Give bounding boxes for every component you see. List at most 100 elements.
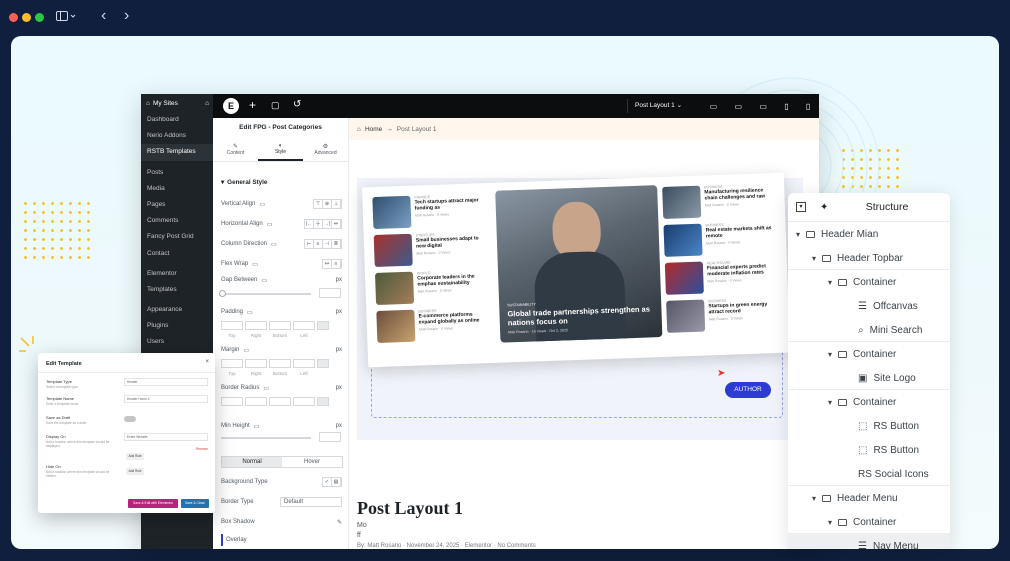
- field-input[interactable]: Entire Website: [124, 433, 208, 441]
- wp-menu-item[interactable]: RSTB Templates: [141, 144, 213, 161]
- elementor-logo-icon[interactable]: E: [223, 98, 239, 114]
- close-icon[interactable]: ×: [205, 359, 209, 365]
- unit-select[interactable]: px: [336, 277, 342, 283]
- caret-down-icon[interactable]: ▾: [812, 254, 816, 263]
- wp-menu-item[interactable]: Nerio Addons: [141, 128, 213, 144]
- flex-wrap-buttons[interactable]: ↦ ≡: [322, 259, 342, 269]
- horizontal-align-buttons[interactable]: |← ┼ →| ⇹: [304, 219, 342, 229]
- post-card[interactable]: HEALTHCARE Financial experts predict mode…: [664, 259, 776, 295]
- structure-item[interactable]: RS Social Icons: [788, 462, 950, 486]
- home-icon[interactable]: ⌂: [205, 100, 209, 107]
- add-element-icon[interactable]: +: [249, 98, 256, 112]
- unit-select[interactable]: px: [336, 385, 342, 391]
- template-selector[interactable]: Post Layout 1 ⌄: [627, 99, 693, 113]
- save-close-button[interactable]: Save & Close: [181, 499, 209, 508]
- add-rule-button[interactable]: Add Rule: [126, 453, 144, 460]
- tablet-landscape-icon[interactable]: ▭: [759, 102, 767, 111]
- maximize-dot[interactable]: [35, 13, 44, 22]
- sparkle-icon[interactable]: ✦: [820, 202, 828, 213]
- wp-menu-item[interactable]: Plugins: [141, 318, 213, 334]
- structure-item[interactable]: ▾ Header Menu: [788, 486, 950, 510]
- field-input[interactable]: Header Home 4: [124, 395, 208, 403]
- caret-down-icon[interactable]: ▾: [828, 278, 832, 287]
- caret-down-icon[interactable]: ▾: [812, 494, 816, 503]
- min-height-input[interactable]: [319, 432, 341, 442]
- forward-icon[interactable]: ›: [124, 7, 129, 25]
- tablet-icon[interactable]: ▯: [784, 102, 788, 111]
- column-direction-buttons[interactable]: ⊢ ≡ ⊣ ≣: [304, 239, 342, 249]
- wp-menu-item[interactable]: Users: [141, 334, 213, 350]
- wp-menu-item[interactable]: Appearance: [141, 302, 213, 318]
- wp-menu-item[interactable]: Dashboard: [141, 112, 213, 128]
- structure-item[interactable]: ▾ Container: [788, 342, 950, 366]
- breadcrumb-home[interactable]: Home: [365, 126, 382, 133]
- sidebar-toggle-icon[interactable]: [56, 11, 76, 26]
- control-overlay[interactable]: Overlay: [221, 534, 342, 546]
- save-edit-button[interactable]: Save & Edit with Elementor: [128, 499, 178, 508]
- structure-item[interactable]: ▣ Site Logo: [788, 366, 950, 390]
- post-card[interactable]: BUSINESS Startups in green energy attract…: [666, 297, 777, 333]
- structure-item[interactable]: ▾ Container: [788, 270, 950, 294]
- caret-down-icon[interactable]: ▾: [828, 518, 832, 527]
- structure-item[interactable]: ▾ Container: [788, 390, 950, 414]
- unit-select[interactable]: px: [336, 423, 342, 429]
- close-dot[interactable]: [9, 13, 18, 22]
- wp-menu-item[interactable]: Comments: [141, 213, 213, 229]
- tab-style[interactable]: ◐ Style: [258, 140, 303, 161]
- draft-toggle[interactable]: [124, 416, 136, 422]
- min-height-slider[interactable]: [221, 437, 311, 439]
- gap-value-input[interactable]: [319, 288, 341, 298]
- wp-menu-item[interactable]: Elementor: [141, 266, 213, 282]
- structure-item[interactable]: ▾ Container: [788, 510, 950, 534]
- collapse-icon[interactable]: ▾: [796, 202, 806, 212]
- structure-item[interactable]: ⌕ Mini Search: [788, 318, 950, 342]
- gap-slider-track[interactable]: [221, 293, 311, 295]
- wp-menu-item[interactable]: Contact: [141, 246, 213, 262]
- link-icon[interactable]: [317, 359, 329, 368]
- back-icon[interactable]: ‹: [101, 7, 106, 25]
- pencil-icon[interactable]: ✎: [337, 519, 342, 526]
- structure-item[interactable]: ▾ Header Topbar: [788, 246, 950, 270]
- structure-item[interactable]: ☰ Offcanvas: [788, 294, 950, 318]
- background-type-buttons[interactable]: ✓ ▤: [322, 477, 342, 487]
- remove-link[interactable]: Remove: [196, 447, 208, 451]
- vertical-align-buttons[interactable]: ⊤ ⊕ ⊥: [313, 199, 342, 209]
- unit-select[interactable]: px: [336, 309, 342, 315]
- padding-inputs[interactable]: [221, 321, 329, 330]
- post-card[interactable]: BUSINESS Manufacturing resilience chain c…: [662, 183, 773, 219]
- structure-item[interactable]: ▾ Header Mian: [788, 222, 950, 246]
- link-icon[interactable]: [317, 321, 329, 330]
- minimize-dot[interactable]: [22, 13, 31, 22]
- margin-inputs[interactable]: [221, 359, 329, 368]
- wp-menu-item[interactable]: Templates: [141, 282, 213, 298]
- add-rule-button[interactable]: Add Rule: [126, 468, 144, 475]
- wp-my-sites[interactable]: ⌂ My Sites ⌂: [141, 94, 213, 112]
- caret-down-icon[interactable]: ▾: [828, 350, 832, 359]
- caret-down-icon[interactable]: ▾: [828, 398, 832, 407]
- laptop-icon[interactable]: ▭: [735, 102, 743, 111]
- wp-menu-item[interactable]: Pages: [141, 197, 213, 213]
- post-card[interactable]: BUSINESS Real estate markets shift as rem…: [663, 221, 774, 257]
- wp-menu-item[interactable]: Posts: [141, 165, 213, 181]
- page-settings-icon[interactable]: ▢: [271, 100, 280, 111]
- post-card[interactable]: WORLD Corporate leaders in the emphas sus…: [374, 269, 486, 305]
- border-type-select[interactable]: Default: [280, 497, 342, 507]
- wp-menu-item[interactable]: Fancy Post Grid: [141, 229, 213, 245]
- history-icon[interactable]: ↺: [293, 99, 301, 110]
- link-icon[interactable]: [317, 397, 329, 406]
- post-card[interactable]: FINANCE Tech startups attract major fundi…: [372, 193, 483, 230]
- tab-content[interactable]: ✎ Content: [213, 140, 258, 161]
- caret-down-icon[interactable]: ▾: [796, 230, 800, 239]
- wp-menu-item[interactable]: Media: [141, 181, 213, 197]
- desktop-icon[interactable]: ▭: [710, 102, 718, 111]
- unit-select[interactable]: px: [336, 347, 342, 353]
- hero-post[interactable]: SUSTAINABILITY Global trade partnerships…: [495, 185, 663, 343]
- field-input[interactable]: Header: [124, 378, 208, 386]
- tab-hover[interactable]: Hover: [282, 457, 342, 467]
- tab-normal[interactable]: Normal: [222, 457, 282, 467]
- structure-item[interactable]: ⬚ RS Button: [788, 414, 950, 438]
- tab-advanced[interactable]: ⚙ Advanced: [303, 140, 348, 161]
- structure-item[interactable]: ☰ Nav Menu: [788, 534, 950, 549]
- post-card[interactable]: BUSINESS E-commerce platforms expand glob…: [376, 307, 487, 343]
- structure-item[interactable]: ⬚ RS Button: [788, 438, 950, 462]
